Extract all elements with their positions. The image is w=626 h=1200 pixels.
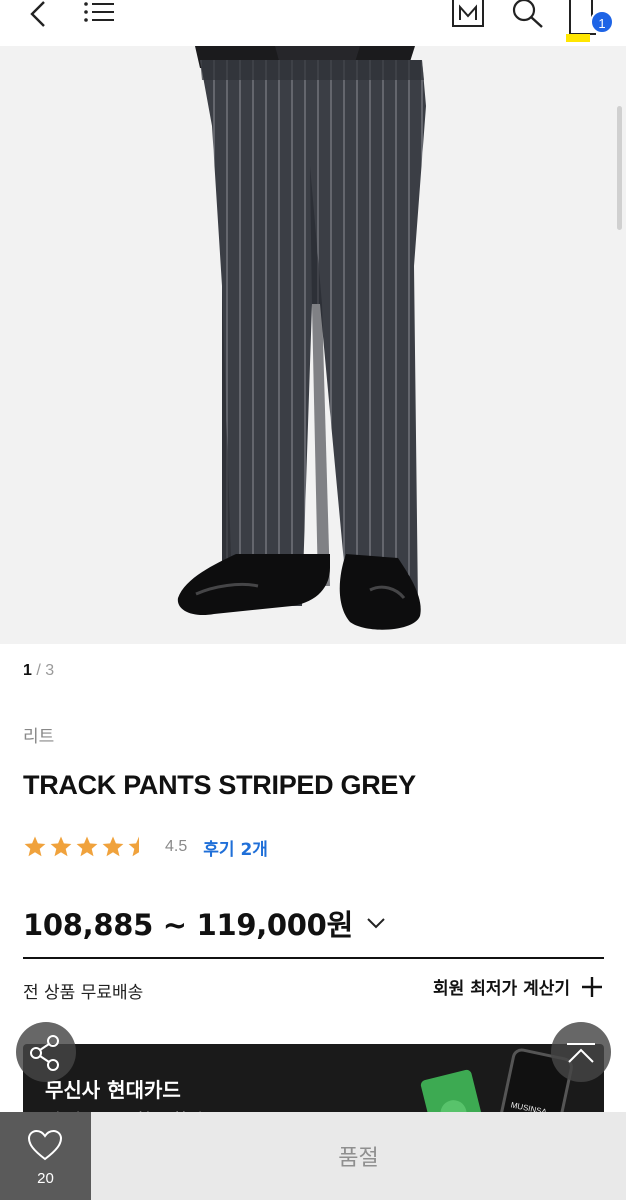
star-half-icon [128, 836, 139, 857]
rating-value: 4.5 [165, 838, 188, 855]
star-icon [102, 836, 124, 857]
rating-row: 4.5 후기 2개 [23, 834, 268, 860]
scroll-top-button[interactable] [551, 1022, 611, 1082]
top-bar: 1 [0, 0, 626, 46]
chevron-down-icon[interactable] [365, 916, 387, 930]
like-button[interactable]: 20 [0, 1112, 91, 1200]
product-title: TRACK PANTS STRIPED GREY [23, 770, 416, 800]
pager-current: 1 [23, 662, 32, 679]
soldout-label: 품절 [338, 1146, 379, 1171]
share-button[interactable] [16, 1022, 76, 1082]
chevron-up-icon [567, 1043, 595, 1063]
price-row[interactable]: 108,885 ~ 119,000원 [23, 902, 387, 944]
heart-icon [27, 1129, 63, 1161]
search-icon[interactable] [508, 0, 548, 30]
like-count: 20 [37, 1170, 54, 1187]
brand-name[interactable]: 리트 [23, 722, 54, 747]
divider [23, 957, 604, 959]
pager-separator: / [36, 662, 41, 679]
cart-highlight [566, 34, 590, 42]
bottom-action-bar: 20 품절 [0, 1112, 626, 1200]
review-link[interactable]: 후기 2개 [203, 835, 268, 860]
pager-total: 3 [45, 662, 55, 679]
share-icon [30, 1035, 59, 1071]
soldout-button[interactable]: 품절 [91, 1112, 626, 1200]
back-icon[interactable] [18, 0, 58, 30]
musinsa-m-icon[interactable] [449, 0, 487, 30]
star-icon [24, 836, 46, 857]
star-rating [23, 835, 153, 859]
member-calc-label: 회원 최저가 계산기 [433, 979, 570, 999]
product-image[interactable] [0, 46, 626, 644]
star-icon [50, 836, 72, 857]
member-price-calculator-button[interactable]: 회원 최저가 계산기 [433, 974, 604, 999]
shipping-info: 전 상품 무료배송 [23, 983, 144, 1003]
product-page: 1 1 / 3 리트 TRACK PANTS STRIPED GREY 4.5 … [0, 0, 626, 1200]
star-icon [76, 836, 98, 857]
price-range: 108,885 ~ 119,000원 [23, 908, 353, 942]
cart-count-badge: 1 [590, 10, 614, 34]
scroll-indicator [617, 106, 622, 230]
product-photo-pants [177, 46, 426, 630]
menu-icon[interactable] [80, 0, 120, 26]
image-pager: 1 / 3 [23, 662, 54, 680]
plus-icon [582, 976, 602, 997]
